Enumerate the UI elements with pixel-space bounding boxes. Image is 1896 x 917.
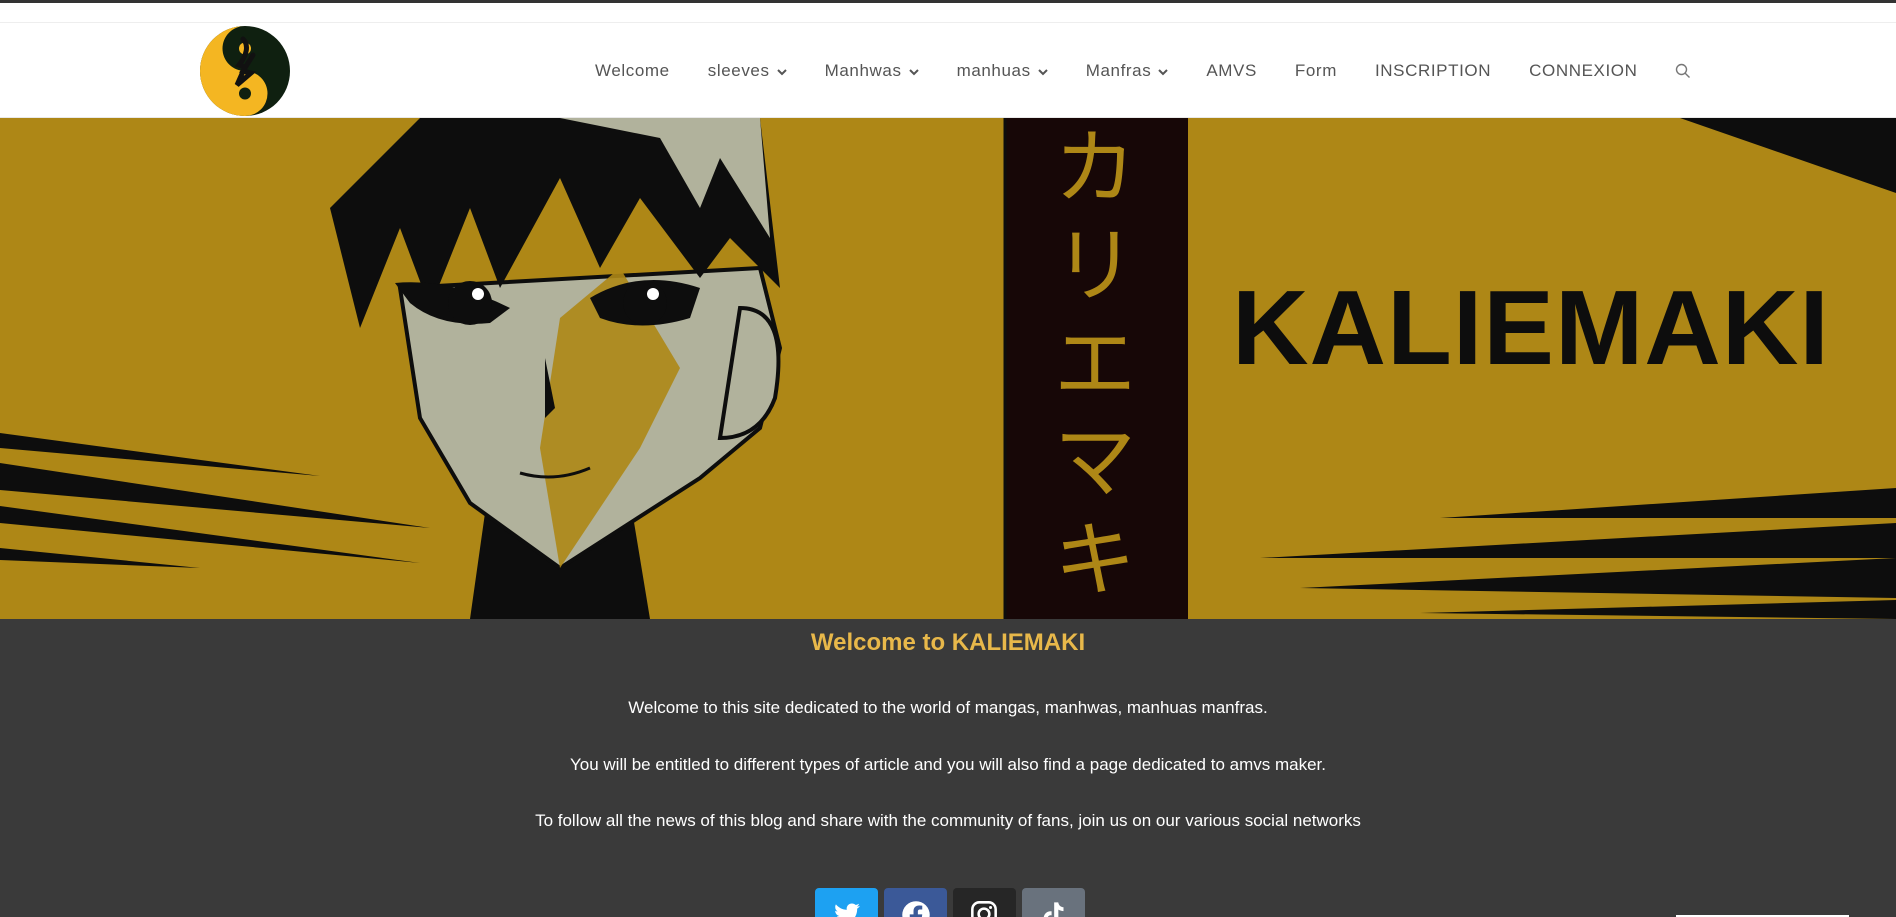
search-icon — [1676, 63, 1691, 78]
chevron-down-icon — [908, 61, 919, 81]
hero-brand-text: KALIEMAKI — [1232, 269, 1830, 387]
twitter-icon — [835, 903, 860, 917]
nav-search-button[interactable] — [1675, 63, 1691, 79]
chevron-down-icon — [1037, 61, 1048, 81]
intro-paragraph: Welcome to this site dedicated to the wo… — [628, 698, 1268, 717]
katakana-char: エ — [1053, 317, 1136, 412]
katakana-char: キ — [1053, 513, 1136, 608]
katakana-char: リ — [1053, 219, 1136, 314]
katakana-char: マ — [1053, 415, 1136, 510]
social-links — [815, 888, 1091, 917]
nav-label: Welcome — [595, 60, 670, 80]
nav-item-amvs[interactable]: AMVS — [1206, 61, 1257, 81]
nav-label: Manhwas — [824, 60, 902, 80]
nav-item-inscription[interactable]: INSCRIPTION — [1375, 61, 1491, 81]
site-header: Welcome sleeves Manhwas manhuas Manfras … — [0, 23, 1896, 118]
nav-item-welcome[interactable]: Welcome — [595, 61, 670, 81]
nav-item-connexion[interactable]: CONNEXION — [1529, 61, 1637, 81]
tiktok-icon — [1043, 902, 1064, 917]
site-logo[interactable] — [199, 25, 291, 117]
instagram-icon — [971, 901, 997, 917]
page-title: Welcome to KALIEMAKI — [810, 629, 1086, 656]
nav-label: Manfras — [1085, 60, 1152, 80]
nav-label: Form — [1294, 60, 1337, 80]
hero-banner: カ リ エ マ キ KALIEMAKI — [0, 118, 1896, 619]
intro-paragraph: To follow all the news of this blog and … — [535, 811, 1361, 830]
chevron-down-icon — [776, 61, 787, 81]
nav-item-manhuas[interactable]: manhuas — [957, 61, 1048, 81]
yin-yang-logo-icon — [200, 26, 290, 116]
nav-label: sleeves — [707, 60, 770, 80]
nav-label: CONNEXION — [1529, 60, 1638, 80]
nav-label: INSCRIPTION — [1374, 60, 1492, 80]
nav-label: manhuas — [956, 60, 1031, 80]
nav-item-manhwas[interactable]: Manhwas — [825, 61, 919, 81]
welcome-section: Welcome to KALIEMAKI Welcome to this sit… — [0, 619, 1896, 917]
tiktok-button[interactable] — [1022, 888, 1085, 917]
nav-item-form[interactable]: Form — [1295, 61, 1337, 81]
nav-label: AMVS — [1206, 60, 1257, 80]
twitter-button[interactable] — [815, 888, 878, 917]
facebook-button[interactable] — [884, 888, 947, 917]
nav-item-sleeves[interactable]: sleeves — [708, 61, 787, 81]
facebook-icon — [902, 901, 930, 917]
top-border — [0, 0, 1896, 3]
nav-item-manfras[interactable]: Manfras — [1086, 61, 1169, 81]
chevron-down-icon — [1158, 61, 1169, 81]
main-nav: Welcome sleeves Manhwas manhuas Manfras … — [595, 23, 1691, 118]
instagram-button[interactable] — [953, 888, 1016, 917]
katakana-column: カ リ エ マ キ — [1045, 120, 1145, 610]
katakana-char: カ — [1053, 121, 1136, 216]
intro-paragraph: You will be entitled to different types … — [569, 755, 1326, 774]
